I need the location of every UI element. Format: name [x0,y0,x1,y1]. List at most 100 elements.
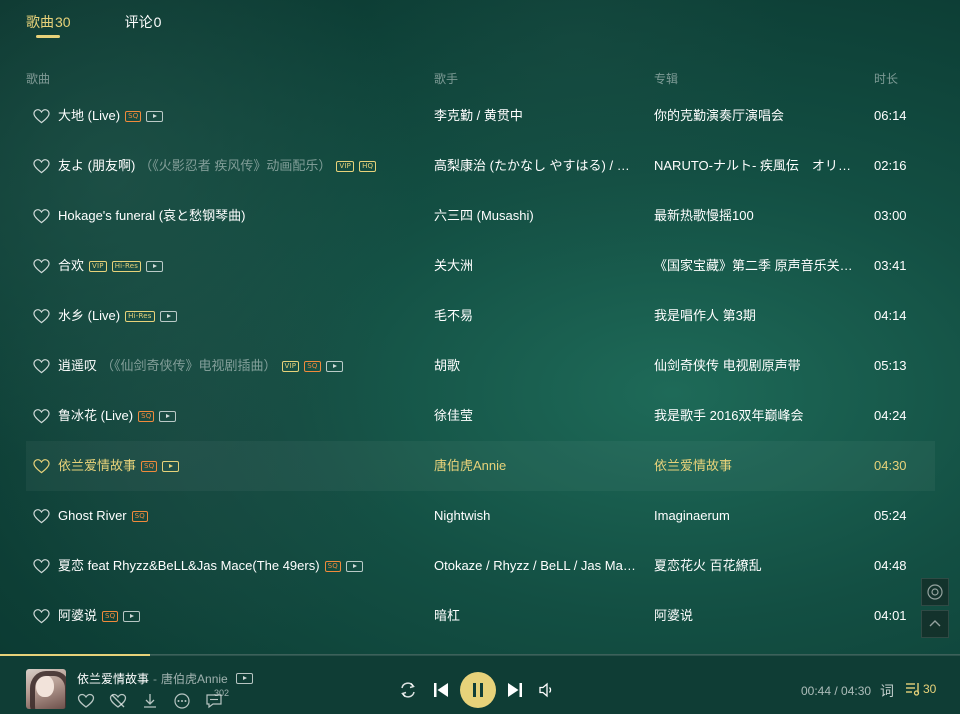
song-name[interactable]: 鲁冰花 (Live) [58,391,133,441]
song-row[interactable]: 合欢 VIP Hi-Res 关大洲 《国家宝藏》第二季 原声音乐关… 03:41 [26,241,935,291]
song-title-cell: 夏恋 feat Rhyzz&BeLL&Jas Mace(The 49ers) SQ [58,541,363,591]
song-row[interactable]: 友よ (朋友啊) （《火影忍者 疾风传》动画配乐） VIP HQ 高梨康治 (たかなし … [26,141,935,191]
song-duration: 04:24 [874,408,907,423]
like-heart-icon[interactable] [33,408,50,424]
song-album[interactable]: 最新热歌慢摇100 [654,191,862,241]
time-separator: / [831,684,842,698]
song-singer[interactable]: Nightwish [434,491,636,541]
song-singer[interactable]: 唐伯虎Annie [434,441,636,491]
song-row[interactable]: Ghost River SQ Nightwish Imaginaerum 05:24 [26,491,935,541]
mv-icon[interactable] [162,460,180,472]
now-playing-artist[interactable]: 唐伯虎Annie [161,670,228,687]
song-list: 大地 (Live) SQ 李克勤 / 黄贯中 你的克勤演奏厅演唱会 06:14 友よ (朋… [26,91,935,641]
mv-icon[interactable] [325,360,343,372]
song-name[interactable]: 大地 (Live) [58,91,120,141]
mv-icon[interactable] [146,110,164,122]
previous-track-icon[interactable] [432,681,450,699]
like-heart-icon[interactable] [33,458,50,474]
mv-icon[interactable] [123,610,141,622]
song-singer[interactable]: 徐佳莹 [434,391,636,441]
dislike-heart-icon[interactable] [109,692,127,710]
song-album[interactable]: 《国家宝藏》第二季 原声音乐关… [654,241,862,291]
like-heart-icon[interactable] [33,258,50,274]
song-name[interactable]: 阿婆说 [58,591,97,641]
quality-badge: Hi-Res [125,310,155,322]
song-album[interactable]: 我是唱作人 第3期 [654,291,862,341]
song-row[interactable]: Hokage's funeral (哀と愁钢琴曲) 六三四 (Musashi) 最新… [26,191,935,241]
like-heart-icon[interactable] [33,158,50,174]
song-row[interactable]: 夏恋 feat Rhyzz&BeLL&Jas Mace(The 49ers) SQ… [26,541,935,591]
like-heart-icon[interactable] [77,692,95,710]
progress-bar[interactable] [0,654,960,656]
song-row[interactable]: 依兰爱情故事 SQ 唐伯虎Annie 依兰爱情故事 04:30 [26,441,935,491]
song-singer[interactable]: 李克勤 / 黄贯中 [434,91,636,141]
now-playing-separator: - [153,671,158,686]
song-album[interactable]: 仙剑奇侠传 电视剧原声带 [654,341,862,391]
song-singer[interactable]: 胡歌 [434,341,636,391]
song-name[interactable]: Hokage's funeral (哀と愁钢琴曲) [58,191,245,241]
song-row[interactable]: 阿婆说 SQ 暗杠 阿婆说 04:01 [26,591,935,641]
song-album[interactable]: 我是歌手 2016双年巅峰会 [654,391,862,441]
song-name[interactable]: 依兰爱情故事 [58,441,136,491]
quality-badge: Hi-Res [111,260,142,272]
song-album[interactable]: 阿婆说 [654,591,862,641]
song-row[interactable]: 逍遥叹 （《仙剑奇侠传》电视剧插曲） VIP SQ 胡歌 仙剑奇侠传 电视剧原声带 05:1… [26,341,935,391]
song-name[interactable]: 夏恋 feat Rhyzz&BeLL&Jas Mace(The 49ers) [58,541,320,591]
album-cover[interactable] [26,669,66,709]
song-name[interactable]: Ghost River [58,491,127,541]
download-icon[interactable] [141,692,159,710]
song-album[interactable]: Imaginaerum [654,491,862,541]
like-heart-icon[interactable] [33,558,50,574]
mv-icon[interactable] [345,560,363,572]
like-heart-icon[interactable] [33,358,50,374]
song-singer[interactable]: 六三四 (Musashi) [434,191,636,241]
song-name[interactable]: 友よ (朋友啊) [58,141,135,191]
song-row[interactable]: 大地 (Live) SQ 李克勤 / 黄贯中 你的克勤演奏厅演唱会 06:14 [26,91,935,141]
pause-icon [473,683,483,697]
mv-icon[interactable] [146,260,164,272]
current-time: 00:44 [801,684,832,698]
like-heart-icon[interactable] [33,508,50,524]
tab-songs[interactable]: 歌曲30 [26,12,71,38]
quality-badge: VIP [281,360,300,372]
song-duration: 04:30 [874,458,907,473]
song-singer[interactable]: 暗杠 [434,591,636,641]
song-title-cell: 友よ (朋友啊) （《火影忍者 疾风传》动画配乐） VIP HQ [58,141,377,191]
repeat-icon[interactable] [398,680,418,700]
like-heart-icon[interactable] [33,108,50,124]
pause-button[interactable] [460,672,496,708]
song-singer[interactable]: 高梨康治 (たかなし やすはる) / … [434,141,636,191]
volume-icon[interactable] [538,681,556,699]
queue-button[interactable]: 30 [905,682,936,696]
song-row[interactable]: 鲁冰花 (Live) SQ 徐佳莹 我是歌手 2016双年巅峰会 04:24 [26,391,935,441]
song-name[interactable]: 水乡 (Live) [58,291,120,341]
song-singer[interactable]: Otokaze / Rhyzz / BeLL / Jas Mace [434,541,636,591]
song-name[interactable]: 合欢 [58,241,84,291]
song-subtitle: （《仙剑奇侠传》电视剧插曲） [101,358,277,373]
song-album[interactable]: NARUTO-ナルト- 疾風伝 オリジ… [654,141,862,191]
tab-comments[interactable]: 评论0 [125,12,162,38]
song-row[interactable]: 水乡 (Live) Hi-Res 毛不易 我是唱作人 第3期 04:14 [26,291,935,341]
lyrics-button[interactable]: 词 [880,681,894,701]
song-duration: 03:41 [874,258,907,273]
mv-icon[interactable] [159,310,177,322]
mv-icon[interactable] [159,410,177,422]
back-to-top-button[interactable] [921,610,949,638]
now-playing-actions [77,692,223,710]
song-title-cell: 依兰爱情故事 SQ [58,441,180,491]
now-playing-title[interactable]: 依兰爱情故事 [77,670,149,687]
song-singer[interactable]: 毛不易 [434,291,636,341]
like-heart-icon[interactable] [33,608,50,624]
song-album[interactable]: 依兰爱情故事 [654,441,862,491]
like-heart-icon[interactable] [33,308,50,324]
song-album[interactable]: 夏恋花火 百花繚乱 [654,541,862,591]
more-icon[interactable] [173,692,191,710]
mv-icon[interactable] [235,673,253,684]
song-duration: 06:14 [874,108,907,123]
locate-current-button[interactable] [921,578,949,606]
like-heart-icon[interactable] [33,208,50,224]
next-track-icon[interactable] [506,681,524,699]
song-singer[interactable]: 关大洲 [434,241,636,291]
song-name[interactable]: 逍遥叹 [58,341,97,391]
song-album[interactable]: 你的克勤演奏厅演唱会 [654,91,862,141]
